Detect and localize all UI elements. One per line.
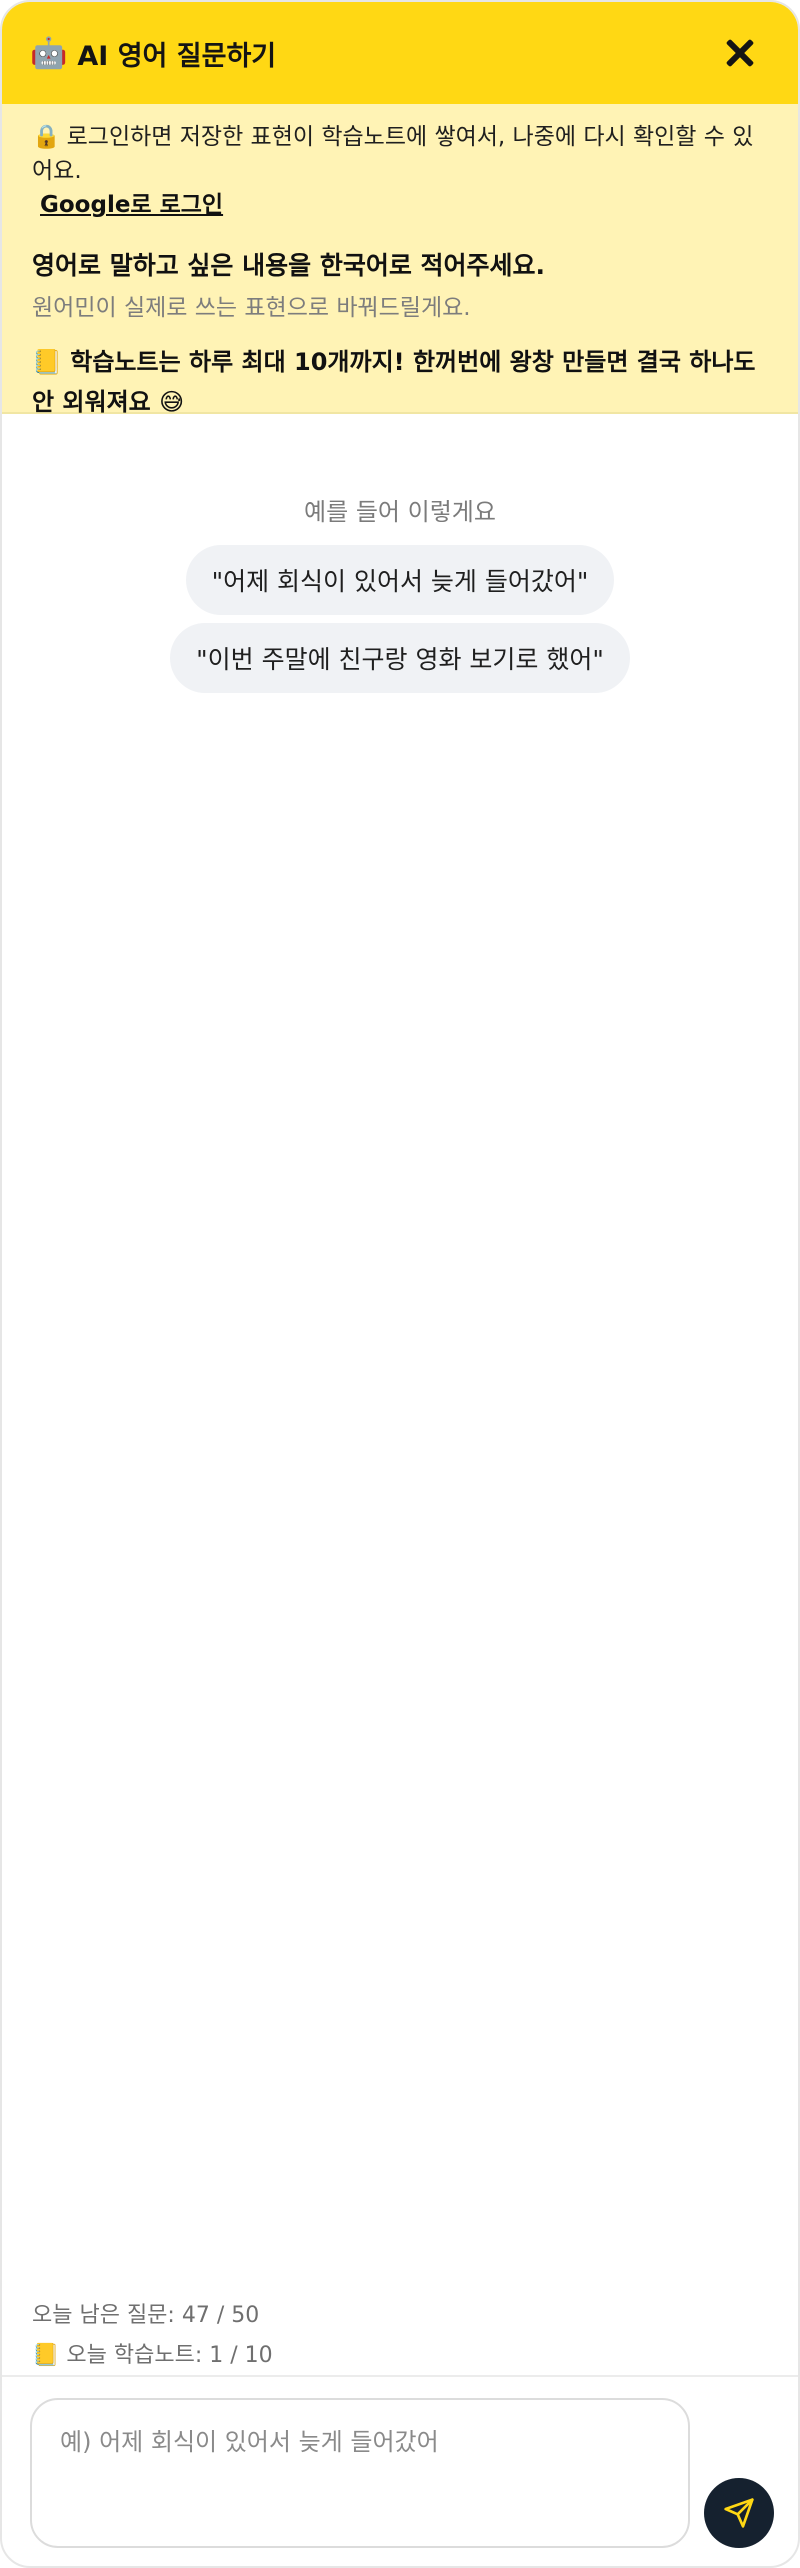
send-button[interactable] bbox=[704, 2478, 774, 2548]
examples-label: 예를 들어 이렇게요 bbox=[304, 498, 496, 526]
notebook-icon: 📒 bbox=[32, 348, 62, 376]
send-icon bbox=[724, 2498, 754, 2528]
usage-counters: 오늘 남은 질문: 47 / 50 📒 오늘 학습노트: 1 / 10 bbox=[32, 2296, 273, 2376]
example-chip-2[interactable]: "이번 주말에 친구랑 영화 보기로 했어" bbox=[170, 623, 630, 693]
example-prompts: 예를 들어 이렇게요 "어제 회식이 있어서 늦게 들어갔어" "이번 주말에 … bbox=[2, 492, 798, 701]
panel-title: 🤖 AI 영어 질문하기 bbox=[30, 34, 276, 73]
login-notice: 🔒 로그인하면 저장한 표현이 학습노트에 쌓여서, 나중에 다시 확인할 수 있… bbox=[32, 120, 768, 222]
ai-question-panel: 🤖 AI 영어 질문하기 🔒 로그인하면 저장한 표현이 학습노트에 쌓여서, 나… bbox=[0, 0, 800, 2568]
panel-title-text: AI 영어 질문하기 bbox=[77, 40, 277, 72]
lock-icon: 🔒 bbox=[32, 124, 61, 150]
example-chip-1[interactable]: "어제 회식이 있어서 늦게 들어갔어" bbox=[185, 545, 615, 615]
remaining-questions: 오늘 남은 질문: 47 / 50 bbox=[32, 2303, 260, 2328]
notes-counter: 📒 오늘 학습노트: 1 / 10 bbox=[32, 2336, 273, 2376]
close-icon[interactable] bbox=[720, 33, 760, 73]
notes-counter-text: 오늘 학습노트: 1 / 10 bbox=[66, 2343, 273, 2368]
intro-title: 영어로 말하고 싶은 내용을 한국어로 적어주세요. bbox=[32, 251, 546, 280]
question-input[interactable] bbox=[30, 2398, 690, 2548]
info-banner: 🔒 로그인하면 저장한 표현이 학습노트에 쌓여서, 나중에 다시 확인할 수 있… bbox=[2, 104, 798, 416]
google-login-link[interactable]: Google로 로그인 bbox=[40, 188, 223, 222]
notebook-icon: 📒 bbox=[32, 2343, 60, 2368]
footer-divider bbox=[2, 2375, 798, 2377]
intro-subtitle: 원어민이 실제로 쓰는 표현으로 바꿔드릴게요. bbox=[32, 295, 471, 321]
note-limit-notice: 📒 학습노트는 하루 최대 10개까지! 한꺼번에 왕창 만들면 결국 하나도 … bbox=[32, 342, 768, 422]
login-notice-text: 로그인하면 저장한 표현이 학습노트에 쌓여서, 나중에 다시 확인할 수 있어… bbox=[32, 124, 754, 184]
panel-header: 🤖 AI 영어 질문하기 bbox=[2, 2, 798, 104]
note-limit-text: 학습노트는 하루 최대 10개까지! 한꺼번에 왕창 만들면 결국 하나도 안 … bbox=[32, 348, 756, 416]
robot-icon: 🤖 bbox=[30, 35, 68, 71]
